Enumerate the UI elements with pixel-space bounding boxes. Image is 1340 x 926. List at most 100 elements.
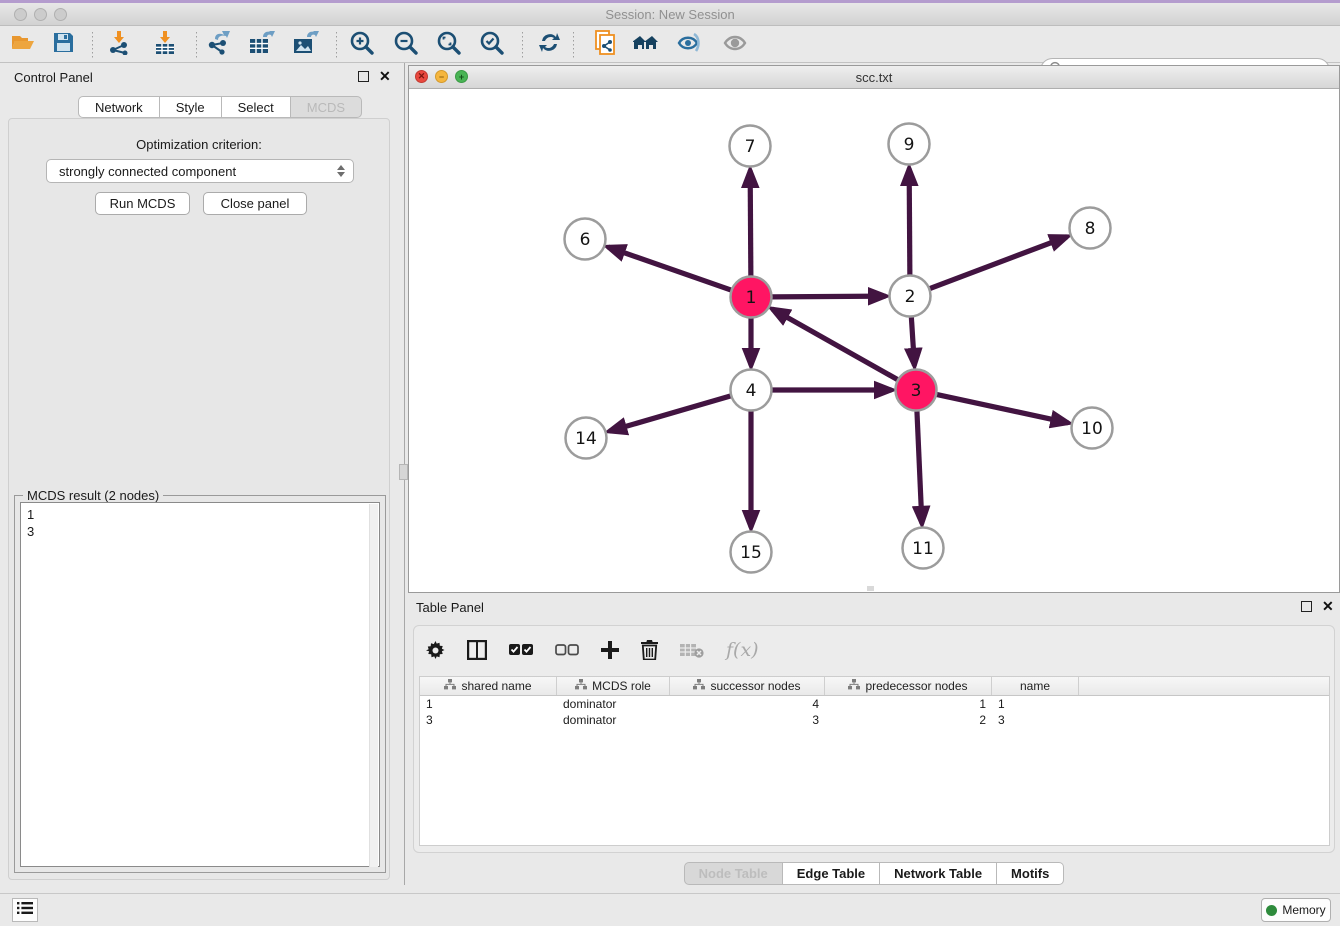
column-header-name[interactable]: name <box>992 677 1079 695</box>
import-table-button[interactable] <box>148 31 182 59</box>
graph-node-15[interactable]: 15 <box>731 532 772 573</box>
task-history-button[interactable] <box>12 898 38 922</box>
close-panel-icon[interactable]: ✕ <box>379 71 391 82</box>
graph-edge-3-11[interactable] <box>917 411 922 523</box>
graph-node-2[interactable]: 2 <box>890 276 931 317</box>
save-session-button[interactable] <box>46 31 80 59</box>
graph-node-3[interactable]: 3 <box>896 370 937 411</box>
result-scrollbar[interactable] <box>369 504 378 867</box>
column-header-shared-name[interactable]: shared name <box>420 677 557 695</box>
gear-icon[interactable] <box>426 641 445 660</box>
canvas-resize-grip[interactable] <box>867 586 874 591</box>
application-window: Session: New Session <box>0 0 1340 926</box>
graph-edge-1-2[interactable] <box>772 296 885 297</box>
hide-selected-button[interactable] <box>673 31 707 59</box>
table-cell[interactable]: dominator <box>557 713 670 727</box>
zoom-selected-button[interactable] <box>475 31 509 59</box>
tab-motifs[interactable]: Motifs <box>997 862 1064 885</box>
node-table[interactable]: shared nameMCDS role successor nodes prede… <box>419 676 1330 846</box>
zoom-fit-button[interactable] <box>432 31 466 59</box>
graph-edge-3-1[interactable] <box>772 309 897 379</box>
open-session-button[interactable] <box>6 31 40 59</box>
export-network-button[interactable] <box>202 31 236 59</box>
export-network-icon <box>207 31 231 60</box>
table-cell[interactable]: 3 <box>670 713 825 727</box>
graph-node-9[interactable]: 9 <box>889 124 930 165</box>
graph-node-label: 3 <box>911 381 922 401</box>
tab-select[interactable]: Select <box>222 96 291 118</box>
close-panel-icon[interactable]: ✕ <box>1322 601 1334 612</box>
select-all-icon[interactable] <box>509 644 533 657</box>
table-cell[interactable]: 3 <box>992 713 1079 727</box>
graph-node-label: 11 <box>912 539 934 559</box>
float-panel-icon[interactable] <box>1301 601 1312 612</box>
tab-edge-table[interactable]: Edge Table <box>783 862 880 885</box>
graph-node-4[interactable]: 4 <box>731 370 772 411</box>
graph-edge-1-6[interactable] <box>608 247 731 290</box>
zoom-out-button[interactable] <box>389 31 423 59</box>
export-table-button[interactable] <box>245 31 279 59</box>
first-neighbors-button[interactable] <box>630 31 664 59</box>
graph-node-10[interactable]: 10 <box>1072 408 1113 449</box>
column-type-icon <box>575 679 587 693</box>
zoom-fit-icon <box>437 31 461 60</box>
graph-node-14[interactable]: 14 <box>566 418 607 459</box>
mcds-result-textarea[interactable]: 13 <box>20 502 380 867</box>
float-panel-icon[interactable] <box>358 71 369 82</box>
graph-node-8[interactable]: 8 <box>1070 208 1111 249</box>
graph-edge-1-7[interactable] <box>750 170 751 275</box>
graph-node-7[interactable]: 7 <box>730 126 771 167</box>
add-column-icon[interactable] <box>601 641 619 659</box>
graph-edge-2-8[interactable] <box>930 237 1067 289</box>
split-pane-icon[interactable] <box>467 640 487 660</box>
run-mcds-button[interactable]: Run MCDS <box>95 192 190 215</box>
tab-network-table[interactable]: Network Table <box>880 862 997 885</box>
graph-node-11[interactable]: 11 <box>903 528 944 569</box>
table-row[interactable]: 1dominator411 <box>420 696 1329 712</box>
delete-table-icon[interactable] <box>680 642 704 658</box>
panel-divider-grip[interactable] <box>399 464 408 480</box>
graph-node-1[interactable]: 1 <box>731 277 772 318</box>
network-window-titlebar[interactable]: ✕ − + scc.txt <box>409 66 1339 89</box>
table-cell[interactable]: 1 <box>825 697 992 711</box>
graph-edge-2-3[interactable] <box>911 317 914 365</box>
graph-edge-2-9[interactable] <box>909 168 910 274</box>
export-image-button[interactable] <box>289 31 323 59</box>
graph-edge-3-10[interactable] <box>937 395 1068 423</box>
table-cell[interactable]: 1 <box>992 697 1079 711</box>
graph-edge-4-14[interactable] <box>610 396 731 431</box>
table-cell[interactable]: 4 <box>670 697 825 711</box>
table-cell[interactable]: 3 <box>420 713 557 727</box>
tab-style[interactable]: Style <box>160 96 222 118</box>
tab-mcds[interactable]: MCDS <box>291 96 362 118</box>
table-row[interactable]: 3dominator323 <box>420 712 1329 728</box>
memory-button[interactable]: Memory <box>1261 898 1331 922</box>
delete-icon[interactable] <box>641 640 658 660</box>
deselect-all-icon[interactable] <box>555 644 579 657</box>
table-cell[interactable]: 1 <box>420 697 557 711</box>
graph-node-6[interactable]: 6 <box>565 219 606 260</box>
chevron-up-down-icon <box>337 165 345 177</box>
criterion-dropdown[interactable]: strongly connected component <box>46 159 354 183</box>
tab-node-table[interactable]: Node Table <box>684 862 783 885</box>
column-header-label: successor nodes <box>710 679 800 693</box>
show-all-button[interactable] <box>718 31 752 59</box>
network-view-window: ✕ − + scc.txt 1 2 3 4 6 7 8 9 10 11 14 15 <box>408 65 1340 593</box>
import-network-button[interactable] <box>102 31 136 59</box>
table-cell[interactable]: 2 <box>825 713 992 727</box>
column-header-label: predecessor nodes <box>865 679 967 693</box>
show-all-icon <box>722 32 748 59</box>
mcds-panel-body: Optimization criterion: strongly connect… <box>8 118 390 880</box>
column-header-successor-nodes[interactable]: successor nodes <box>670 677 825 695</box>
table-cell[interactable]: dominator <box>557 697 670 711</box>
network-canvas[interactable]: 1 2 3 4 6 7 8 9 10 11 14 15 <box>409 89 1339 592</box>
close-panel-button[interactable]: Close panel <box>203 192 307 215</box>
clone-network-button[interactable] <box>588 31 622 59</box>
column-header-predecessor-nodes[interactable]: predecessor nodes <box>825 677 992 695</box>
function-builder-icon[interactable]: f(x) <box>726 639 759 661</box>
column-header-MCDS-role[interactable]: MCDS role <box>557 677 670 695</box>
refresh-button[interactable] <box>532 31 566 59</box>
session-title: Session: New Session <box>0 7 1340 22</box>
zoom-in-button[interactable] <box>345 31 379 59</box>
tab-network[interactable]: Network <box>78 96 160 118</box>
